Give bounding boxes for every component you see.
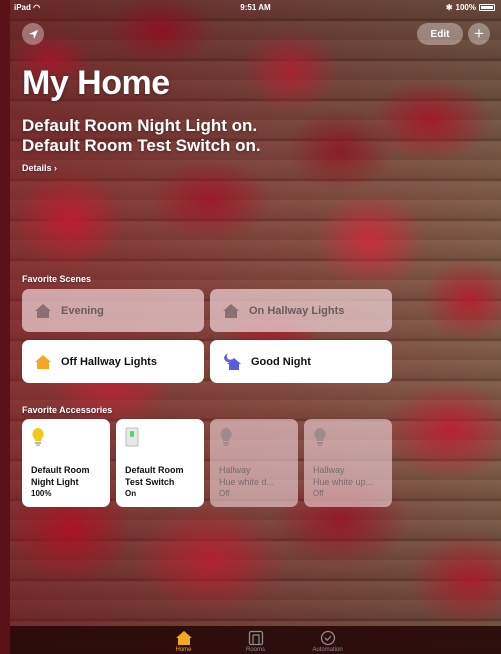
lightbulb-icon bbox=[314, 428, 326, 446]
location-arrow-icon bbox=[28, 29, 38, 39]
accessory-name: Default Room Night Light bbox=[31, 465, 90, 487]
lightbulb-icon bbox=[220, 428, 232, 446]
accessory-hallway-hue-1[interactable]: Hallway Hue white d... Off bbox=[210, 419, 298, 507]
accessory-name: Hallway Hue white d... bbox=[219, 465, 275, 487]
battery-icon bbox=[479, 4, 495, 11]
switch-icon bbox=[125, 427, 139, 447]
automation-icon bbox=[320, 630, 335, 645]
accessory-name: Hallway Hue white up... bbox=[313, 465, 374, 487]
house-icon bbox=[35, 303, 51, 318]
scene-label: Evening bbox=[61, 304, 104, 317]
favorite-scenes-label: Favorite Scenes bbox=[22, 274, 92, 284]
battery-percent: 100% bbox=[455, 3, 476, 12]
status-time: 9:51 AM bbox=[240, 3, 271, 12]
tab-rooms[interactable]: Rooms bbox=[238, 626, 274, 654]
accessory-night-light[interactable]: Default Room Night Light 100% bbox=[22, 419, 110, 507]
edit-button[interactable]: Edit bbox=[417, 23, 463, 45]
accessory-name: Default Room Test Switch bbox=[125, 465, 184, 487]
accessory-state: Off bbox=[313, 489, 324, 498]
tab-automation[interactable]: Automation bbox=[310, 626, 346, 654]
details-link[interactable]: Details › bbox=[22, 163, 57, 173]
house-icon bbox=[223, 303, 239, 318]
scene-good-night[interactable]: Good Night bbox=[210, 340, 392, 383]
tab-bar: Home Rooms Automation bbox=[10, 626, 501, 654]
tab-label: Rooms bbox=[245, 647, 265, 653]
accessory-state: Off bbox=[219, 489, 230, 498]
tab-home[interactable]: Home bbox=[166, 626, 202, 654]
add-button[interactable]: + bbox=[468, 23, 490, 45]
accessory-state: On bbox=[125, 489, 137, 498]
status-right: ✱ 100% bbox=[446, 3, 495, 12]
location-button[interactable] bbox=[22, 23, 44, 45]
status-bar: iPad ◠ 9:51 AM ✱ 100% bbox=[10, 0, 501, 14]
tab-label: Home bbox=[175, 647, 192, 653]
house-icon bbox=[35, 354, 51, 369]
scene-evening[interactable]: Evening bbox=[22, 289, 204, 332]
page-title: My Home bbox=[22, 64, 170, 102]
moon-house-icon bbox=[224, 353, 241, 370]
favorite-accessories-label: Favorite Accessories bbox=[22, 405, 113, 415]
summary-line-2: Default Room Test Switch on. bbox=[22, 136, 261, 155]
lightbulb-icon bbox=[32, 428, 44, 446]
accessory-state: 100% bbox=[31, 489, 52, 498]
tab-label: Automation bbox=[312, 647, 343, 653]
accessory-test-switch[interactable]: Default Room Test Switch On bbox=[116, 419, 204, 507]
scene-label: Good Night bbox=[251, 355, 311, 368]
scene-label: On Hallway Lights bbox=[249, 304, 345, 317]
rooms-icon bbox=[248, 630, 263, 645]
accessory-hallway-hue-2[interactable]: Hallway Hue white up... Off bbox=[304, 419, 392, 507]
summary-line-1: Default Room Night Light on. bbox=[22, 116, 258, 135]
home-icon bbox=[175, 630, 192, 645]
home-summary: Default Room Night Light on. Default Roo… bbox=[22, 116, 261, 156]
scene-off-hallway-lights[interactable]: Off Hallway Lights bbox=[22, 340, 204, 383]
scene-on-hallway-lights[interactable]: On Hallway Lights bbox=[210, 289, 392, 332]
scene-label: Off Hallway Lights bbox=[61, 355, 157, 368]
bluetooth-icon: ✱ bbox=[445, 3, 453, 12]
